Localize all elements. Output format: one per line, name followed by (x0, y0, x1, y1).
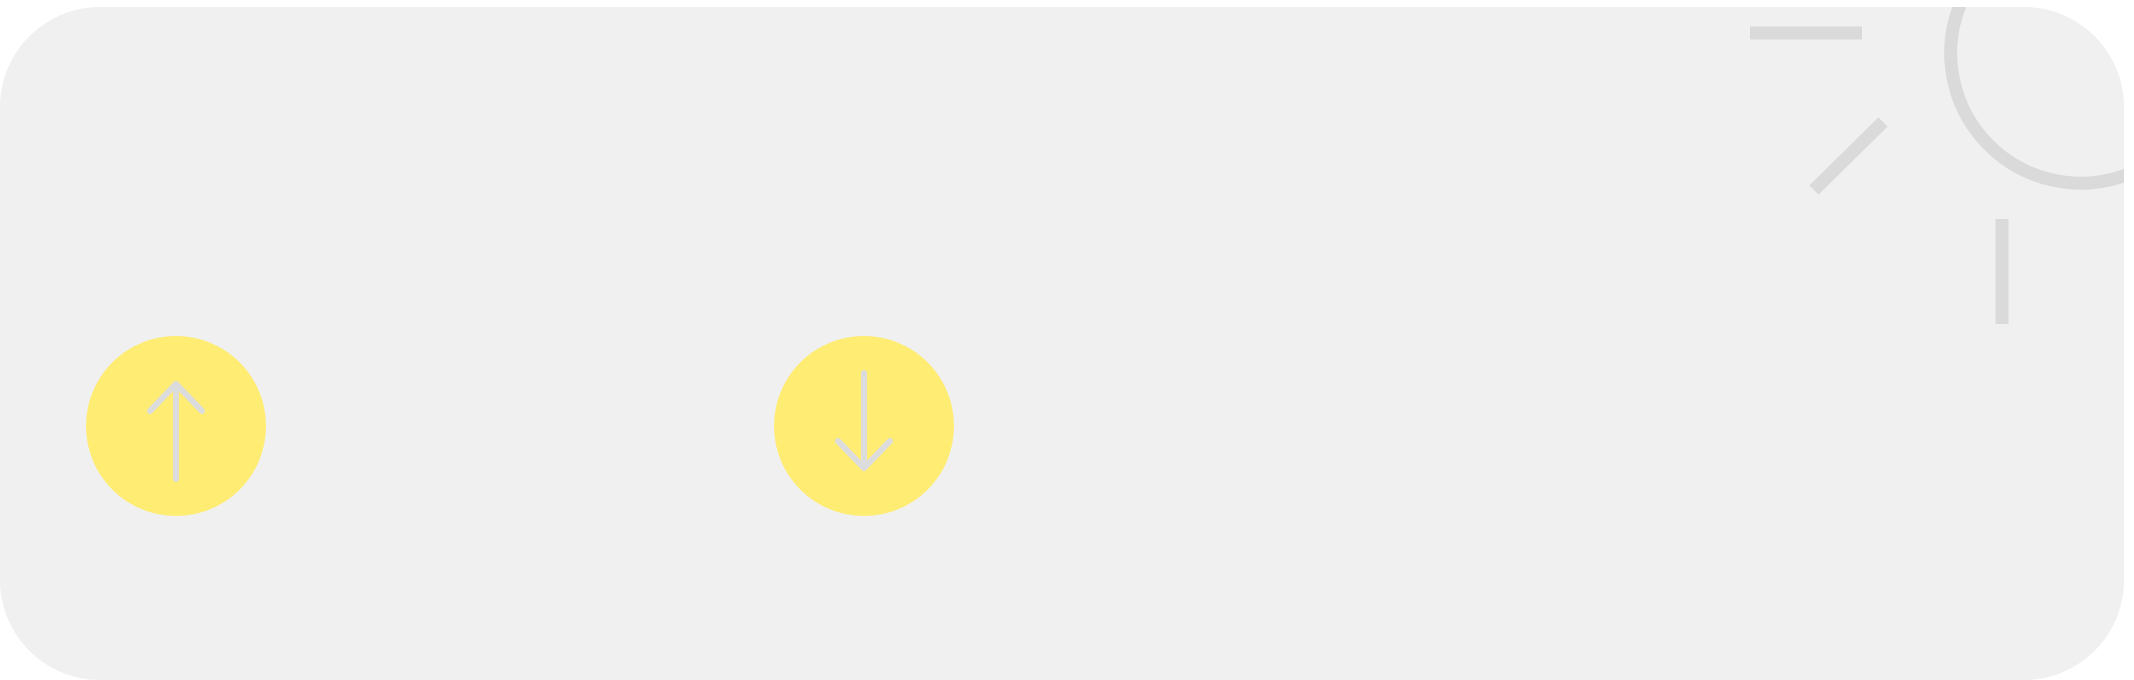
arrow-down-button[interactable] (774, 336, 954, 516)
arrow-down-icon (835, 370, 893, 471)
arrow-up-icon (147, 381, 205, 482)
sun-arc (1944, 7, 2124, 190)
sun-ray-diagonal (1809, 117, 1888, 195)
control-card (0, 7, 2124, 680)
sun-outline-icon (1750, 7, 2124, 324)
arrow-up-button[interactable] (86, 336, 266, 516)
